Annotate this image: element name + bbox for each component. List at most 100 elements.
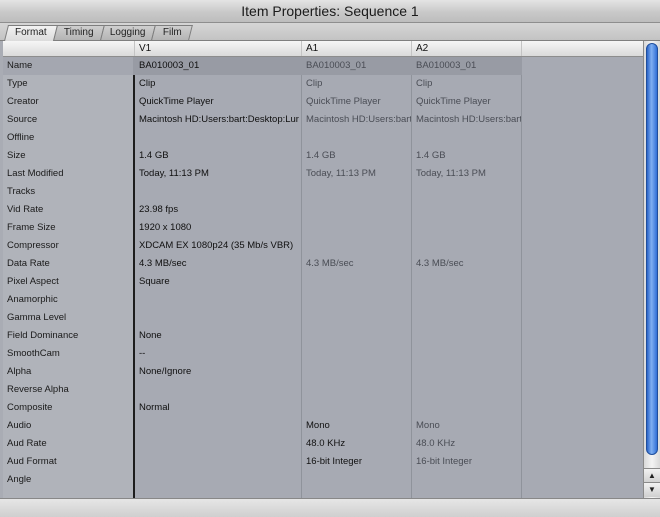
property-row-pixel-aspect[interactable]: Pixel Aspect Square bbox=[3, 273, 643, 291]
property-row-type[interactable]: Type Clip Clip Clip bbox=[3, 75, 643, 93]
arrow-down-icon[interactable]: ▼ bbox=[644, 482, 660, 497]
property-value-a1: Macintosh HD:Users:bart bbox=[306, 114, 411, 125]
property-label: Field Dominance bbox=[7, 330, 79, 341]
property-row-anamorphic[interactable]: Anamorphic bbox=[3, 291, 643, 309]
tab-film-label: Film bbox=[162, 27, 182, 38]
tab-timing[interactable]: Timing bbox=[53, 25, 105, 40]
property-row-gamma-level[interactable]: Gamma Level bbox=[3, 309, 643, 327]
property-row-creator[interactable]: Creator QuickTime Player QuickTime Playe… bbox=[3, 93, 643, 111]
property-value-a1: BA010003_01 bbox=[306, 60, 367, 71]
property-value-a2: Macintosh HD:Users:bart bbox=[416, 114, 521, 125]
property-row-size[interactable]: Size 1.4 GB 1.4 GB 1.4 GB bbox=[3, 147, 643, 165]
property-label: Angle bbox=[7, 474, 32, 485]
property-value-a1: Today, 11:13 PM bbox=[306, 168, 376, 179]
property-label: Tracks bbox=[7, 186, 36, 197]
property-value-a1 bbox=[302, 471, 411, 489]
property-row-data-rate[interactable]: Data Rate 4.3 MB/sec 4.3 MB/sec 4.3 MB/s… bbox=[3, 255, 643, 273]
column-header-a2[interactable]: A2 bbox=[412, 41, 522, 56]
property-row-composite[interactable]: Composite Normal bbox=[3, 399, 643, 417]
property-label: Size bbox=[7, 150, 26, 161]
property-value-a2 bbox=[412, 309, 521, 327]
property-value-v1: Today, 11:13 PM bbox=[139, 168, 209, 179]
property-value-v1: 1.4 GB bbox=[139, 150, 169, 161]
property-row-aud-format[interactable]: Aud Format 16-bit Integer 16-bit Integer bbox=[3, 453, 643, 471]
property-row-name[interactable]: Name BA010003_01 BA010003_01 BA010003_01 bbox=[3, 57, 643, 75]
property-label: Creator bbox=[7, 96, 39, 107]
property-value-a2 bbox=[412, 363, 521, 381]
property-value-v1: XDCAM EX 1080p24 (35 Mb/s VBR) bbox=[139, 240, 294, 251]
tab-film[interactable]: Film bbox=[151, 25, 193, 40]
property-value-a1: QuickTime Player bbox=[306, 96, 381, 107]
tab-timing-label: Timing bbox=[64, 27, 94, 38]
property-value-a1: Clip bbox=[306, 78, 323, 89]
property-value-a1: 1.4 GB bbox=[306, 150, 336, 161]
property-label: Audio bbox=[7, 420, 32, 431]
property-row-frame-size[interactable]: Frame Size 1920 x 1080 bbox=[3, 219, 643, 237]
property-value-a2 bbox=[412, 381, 521, 399]
property-row-last-modified[interactable]: Last Modified Today, 11:13 PM Today, 11:… bbox=[3, 165, 643, 183]
scrollbar-thumb[interactable] bbox=[646, 43, 658, 455]
item-properties-window: Item Properties: Sequence 1 Format Timin… bbox=[0, 0, 660, 517]
window-bottom-bar bbox=[0, 498, 660, 517]
property-row-field-dominance[interactable]: Field Dominance None bbox=[3, 327, 643, 345]
property-value-a2 bbox=[412, 183, 521, 201]
property-row-aud-rate[interactable]: Aud Rate 48.0 KHz 48.0 KHz bbox=[3, 435, 643, 453]
property-value-a2: BA010003_01 bbox=[416, 60, 477, 71]
property-label: Aud Format bbox=[7, 456, 57, 467]
tab-logging[interactable]: Logging bbox=[100, 25, 156, 40]
property-value-v1 bbox=[135, 471, 301, 489]
arrow-up-icon[interactable]: ▲ bbox=[644, 468, 660, 483]
property-value-v1: Square bbox=[139, 276, 170, 287]
property-value-a2: Clip bbox=[416, 78, 433, 89]
property-label: Source bbox=[7, 114, 38, 125]
property-row-reverse-alpha[interactable]: Reverse Alpha bbox=[3, 381, 643, 399]
vertical-scrollbar[interactable]: ▲ ▼ bbox=[643, 41, 660, 498]
property-value-a2 bbox=[412, 327, 521, 345]
property-value-a1 bbox=[302, 363, 411, 381]
property-value-v1: Clip bbox=[139, 78, 156, 89]
property-label: Data Rate bbox=[7, 258, 50, 269]
property-row-offline[interactable]: Offline bbox=[3, 129, 643, 147]
property-value-a1 bbox=[302, 201, 411, 219]
properties-grid: Name BA010003_01 BA010003_01 BA010003_01… bbox=[3, 57, 643, 498]
property-value-v1: Normal bbox=[139, 402, 170, 413]
property-value-v1: None/Ignore bbox=[139, 366, 192, 377]
column-header-a1[interactable]: A1 bbox=[302, 41, 412, 56]
property-value-a2 bbox=[412, 273, 521, 291]
property-row-audio[interactable]: Audio Mono Mono bbox=[3, 417, 643, 435]
property-value-a2 bbox=[412, 291, 521, 309]
property-row-alpha[interactable]: Alpha None/Ignore bbox=[3, 363, 643, 381]
tab-strip: Format Timing Logging Film bbox=[0, 23, 660, 41]
property-row-smoothcam[interactable]: SmoothCam -- bbox=[3, 345, 643, 363]
property-value-a1 bbox=[302, 399, 411, 417]
property-row-compressor[interactable]: Compressor XDCAM EX 1080p24 (35 Mb/s VBR… bbox=[3, 237, 643, 255]
property-value-a1 bbox=[302, 327, 411, 345]
property-label: Aud Rate bbox=[7, 438, 47, 449]
property-label: Gamma Level bbox=[7, 312, 67, 323]
property-value-a2: 4.3 MB/sec bbox=[416, 258, 464, 269]
property-value-a2 bbox=[412, 345, 521, 363]
property-value-a2: Mono bbox=[416, 420, 440, 431]
property-value-a1 bbox=[302, 309, 411, 327]
property-value-a2 bbox=[412, 237, 521, 255]
column-header-v1[interactable]: V1 bbox=[135, 41, 302, 56]
property-value-a1 bbox=[302, 273, 411, 291]
column-header-property[interactable] bbox=[3, 41, 135, 56]
property-row-source[interactable]: Source Macintosh HD:Users:bart:Desktop:L… bbox=[3, 111, 643, 129]
property-value-v1: BA010003_01 bbox=[139, 60, 200, 71]
property-value-a1 bbox=[302, 237, 411, 255]
property-row-tracks[interactable]: Tracks bbox=[3, 183, 643, 201]
tab-format-label: Format bbox=[15, 27, 47, 38]
tab-format[interactable]: Format bbox=[4, 25, 58, 41]
property-row-angle[interactable]: Angle bbox=[3, 471, 643, 489]
property-value-v1 bbox=[135, 183, 301, 201]
property-value-v1: 1920 x 1080 bbox=[139, 222, 192, 233]
property-row-vid-rate[interactable]: Vid Rate 23.98 fps bbox=[3, 201, 643, 219]
property-value-a1 bbox=[302, 219, 411, 237]
property-label: Compressor bbox=[7, 240, 59, 251]
property-value-a1 bbox=[302, 129, 411, 147]
property-label: Alpha bbox=[7, 366, 32, 377]
property-value-v1: -- bbox=[139, 348, 146, 359]
property-value-a2: Today, 11:13 PM bbox=[416, 168, 486, 179]
column-header-row: V1 A1 A2 bbox=[3, 41, 643, 57]
